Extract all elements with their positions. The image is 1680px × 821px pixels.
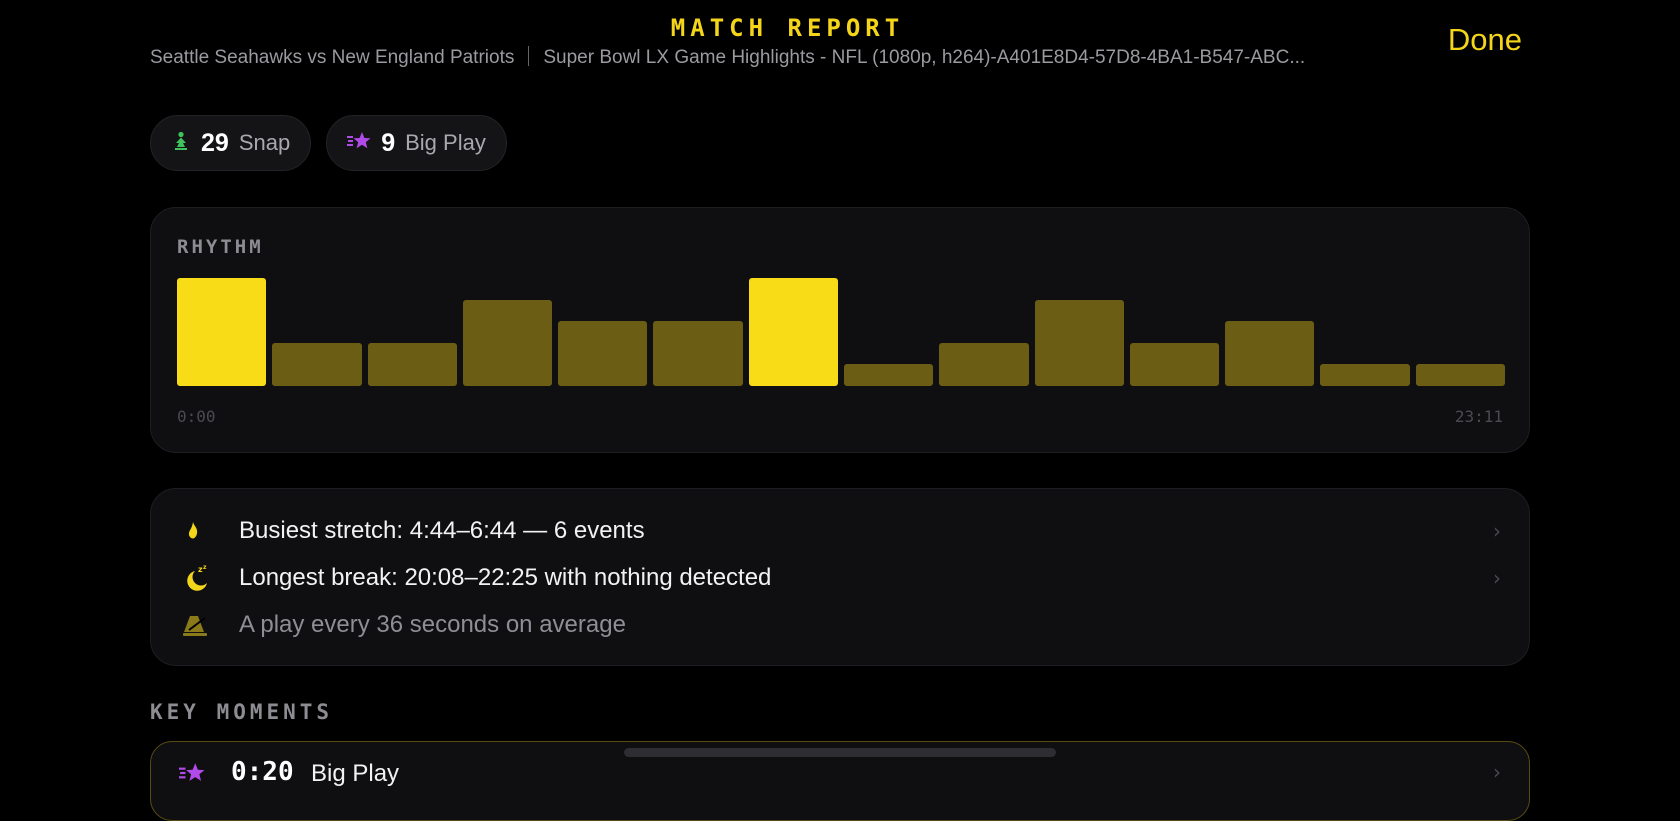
rhythm-bar (1415, 364, 1505, 386)
svg-text:z: z (203, 564, 207, 571)
big-play-icon (347, 131, 371, 156)
busiest-stretch-row[interactable]: Busiest stretch: 4:44–6:44 — 6 events › (181, 511, 1501, 551)
rhythm-bar (1225, 321, 1315, 386)
key-moments-heading: KEY MOMENTS (150, 700, 334, 724)
longest-break-row[interactable]: z z Longest break: 20:08–22:25 with noth… (181, 558, 1501, 598)
big-play-count: 9 (381, 128, 396, 157)
snap-icon (171, 131, 191, 156)
rhythm-bar (1034, 300, 1124, 386)
done-button[interactable]: Done (1448, 22, 1522, 58)
longest-break-text: Longest break: 20:08–22:25 with nothing … (239, 564, 772, 591)
page-title: MATCH REPORT (670, 14, 905, 42)
chevron-right-icon: › (1493, 566, 1501, 590)
rhythm-bar (367, 343, 457, 386)
matchup-text: Seattle Seahawks vs New England Patriots (150, 47, 515, 68)
snap-count: 29 (201, 128, 229, 157)
header: MATCH REPORT Seattle Seahawks vs New Eng… (0, 0, 1680, 90)
big-play-icon (179, 762, 205, 788)
rhythm-label: RHYTHM (177, 236, 264, 258)
subtitle: Seattle Seahawks vs New England Patriots… (150, 46, 1420, 69)
rhythm-chart (177, 278, 1505, 386)
chevron-right-icon: › (1493, 519, 1501, 543)
rhythm-bar (1320, 364, 1410, 386)
chevron-right-icon: › (1493, 760, 1501, 784)
rhythm-bar (462, 300, 553, 386)
snap-label: Snap (238, 130, 291, 155)
moment-kind: Big Play (311, 760, 400, 787)
rhythm-bar (1129, 343, 1220, 386)
axis-end-label: 23:11 (1454, 407, 1503, 426)
big-play-chip[interactable]: 9 Big Play (326, 115, 507, 171)
insights-card: Busiest stretch: 4:44–6:44 — 6 events › … (150, 488, 1530, 666)
snap-chip[interactable]: 29 Snap (150, 115, 312, 171)
axis-start-label: 0:00 (177, 407, 216, 426)
rhythm-card: RHYTHM 0:00 23:11 (150, 207, 1530, 453)
moment-time: 0:20 (231, 757, 294, 787)
rhythm-bar (653, 321, 743, 386)
rhythm-bar (748, 278, 838, 386)
rhythm-bar (558, 321, 648, 386)
big-play-label: Big Play (405, 130, 486, 155)
rhythm-bar (844, 364, 934, 386)
play-frequency-row: A play every 36 seconds on average (181, 605, 1501, 645)
event-count-chips: 29 Snap 9 Big Play (150, 115, 507, 171)
rhythm-bar (939, 343, 1029, 386)
play-frequency-text: A play every 36 seconds on average (239, 611, 626, 638)
moon-sleep-icon: z z (181, 562, 221, 594)
rhythm-bar (272, 343, 362, 386)
home-indicator[interactable] (624, 748, 1056, 757)
busiest-stretch-text: Busiest stretch: 4:44–6:44 — 6 events (239, 517, 645, 544)
divider (528, 46, 530, 66)
rhythm-bar (177, 278, 267, 386)
metronome-icon (181, 609, 221, 641)
video-name: Super Bowl LX Game Highlights - NFL (108… (543, 47, 1306, 68)
flame-icon (181, 515, 221, 547)
